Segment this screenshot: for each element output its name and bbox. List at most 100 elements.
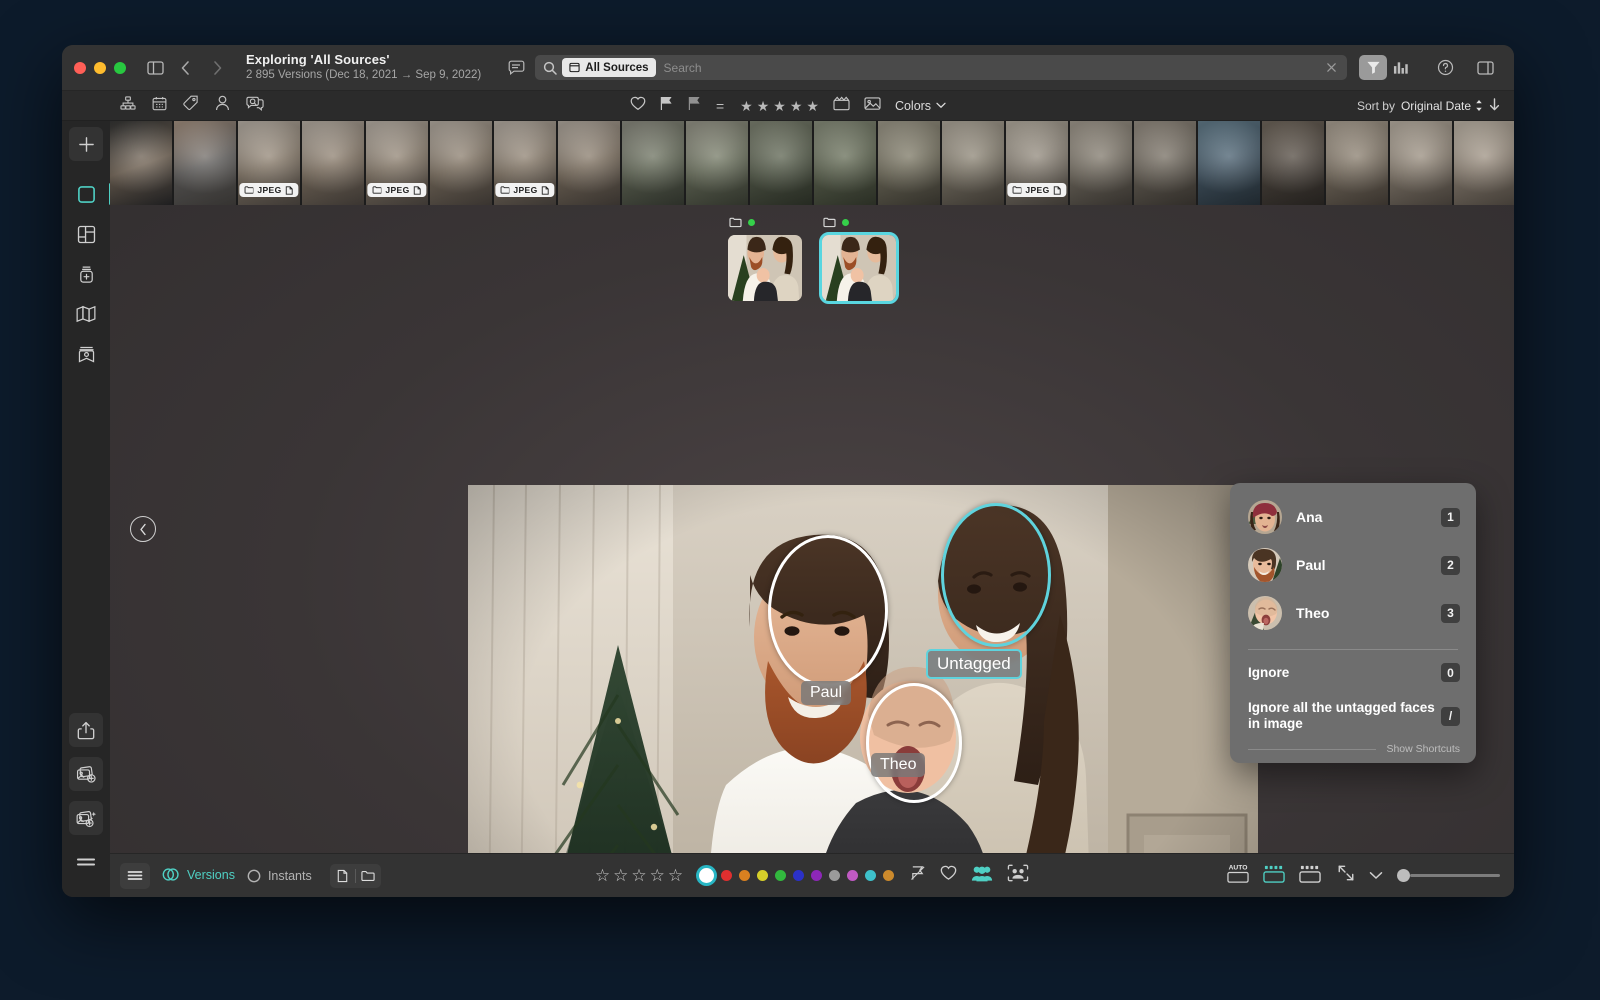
filmstrip-thumbnail[interactable] — [942, 121, 1004, 205]
color-label-purple[interactable] — [811, 870, 823, 881]
search-bar[interactable]: All Sources — [535, 55, 1347, 80]
fit-screen-icon[interactable] — [1337, 864, 1355, 887]
filmstrip-thumbnail[interactable] — [1390, 121, 1452, 205]
photo-icon[interactable] — [864, 96, 881, 116]
face-ellipse-theo[interactable] — [866, 683, 962, 803]
right-panel-icon[interactable] — [1472, 55, 1498, 81]
rating-stars[interactable]: ★ ★ ★ ★ ★ — [740, 99, 819, 113]
hierarchy-icon[interactable] — [120, 95, 136, 116]
sidebar-toggle-icon[interactable] — [142, 55, 168, 81]
color-label-yellow[interactable] — [757, 870, 769, 881]
add-photos-magic-icon[interactable] — [69, 801, 103, 835]
bottom-star-1[interactable]: ☆ — [595, 867, 610, 884]
color-label-blue[interactable] — [793, 870, 805, 881]
filmstrip-thumbnail[interactable] — [686, 121, 748, 205]
person-option-paul[interactable]: Paul 2 — [1230, 541, 1476, 589]
color-label-orange[interactable] — [739, 870, 751, 881]
filmstrip-thumbnail[interactable]: JPEG — [366, 121, 428, 205]
filmstrip-thumbnail[interactable] — [622, 121, 684, 205]
forward-icon[interactable] — [204, 55, 230, 81]
single-frame-icon[interactable] — [1297, 862, 1323, 889]
video-icon[interactable] — [833, 95, 850, 116]
menu-icon[interactable] — [69, 845, 103, 879]
rating-operator[interactable]: = — [716, 98, 724, 114]
filmstrip-thumbnail[interactable] — [110, 121, 172, 205]
search-input[interactable] — [655, 60, 1322, 75]
color-label-gray[interactable] — [829, 870, 841, 881]
minimize-button[interactable] — [94, 61, 106, 74]
face-label-untagged[interactable]: Untagged — [926, 649, 1022, 679]
sidebar-item-grid-view[interactable] — [69, 217, 103, 251]
zoom-slider[interactable] — [1397, 869, 1500, 882]
share-icon[interactable] — [69, 713, 103, 747]
star-3[interactable]: ★ — [773, 99, 786, 113]
filmstrip-thumbnail[interactable] — [558, 121, 620, 205]
comment-search-icon[interactable] — [246, 96, 264, 116]
filmstrip-thumbnail[interactable] — [1326, 121, 1388, 205]
flag-rejected-icon[interactable] — [688, 96, 702, 116]
ignore-all-option[interactable]: Ignore all the untagged faces in image / — [1230, 691, 1476, 741]
face-ellipse-untagged[interactable] — [941, 503, 1051, 647]
filmstrip-icon[interactable] — [1261, 862, 1287, 889]
tab-versions[interactable]: Versions — [162, 868, 235, 882]
sidebar-item-people-view[interactable] — [69, 337, 103, 371]
filmstrip-thumbnail[interactable]: JPEG — [1006, 121, 1068, 205]
zoom-slider-knob[interactable] — [1397, 869, 1410, 882]
bottom-rating-stars[interactable]: ☆ ☆ ☆ ☆ ☆ — [595, 867, 683, 884]
flag-icon[interactable] — [660, 96, 674, 116]
calendar-icon[interactable] — [152, 96, 167, 116]
star-2[interactable]: ★ — [757, 99, 770, 113]
show-shortcuts-link[interactable]: Show Shortcuts — [1386, 743, 1460, 755]
filmstrip-thumbnail[interactable] — [1198, 121, 1260, 205]
person-option-ana[interactable]: Ana 1 — [1230, 493, 1476, 541]
help-icon[interactable] — [1432, 55, 1458, 81]
version-thumbnail[interactable] — [725, 232, 805, 304]
ignore-option[interactable]: Ignore 0 — [1230, 654, 1476, 691]
comment-icon[interactable] — [503, 55, 529, 81]
main-photo[interactable]: Paul Untagged Theo — [468, 485, 1258, 853]
histogram-icon[interactable] — [1393, 60, 1410, 76]
filmstrip-thumbnail[interactable] — [174, 121, 236, 205]
close-button[interactable] — [74, 61, 86, 74]
color-label-magenta[interactable] — [847, 870, 859, 881]
source-chip[interactable]: All Sources — [562, 58, 656, 77]
color-label-picker[interactable] — [699, 868, 895, 883]
filmstrip-thumbnail[interactable] — [878, 121, 940, 205]
document-icon[interactable] — [330, 864, 355, 888]
zoom-chevron-down-icon[interactable] — [1369, 871, 1383, 880]
person-icon[interactable] — [215, 95, 230, 116]
bottom-star-5[interactable]: ☆ — [668, 867, 683, 884]
filmstrip[interactable]: JPEGJPEGJPEGJPEGJPEG — [110, 121, 1514, 205]
filmstrip-thumbnail[interactable] — [1262, 121, 1324, 205]
bottom-menu-icon[interactable] — [120, 862, 150, 889]
face-ellipse-paul[interactable] — [768, 535, 888, 687]
face-label-theo[interactable]: Theo — [871, 753, 926, 777]
sort-control[interactable]: Sort by Original Date — [1357, 97, 1514, 114]
back-icon[interactable] — [172, 55, 198, 81]
filmstrip-thumbnail[interactable] — [1070, 121, 1132, 205]
color-label-red[interactable] — [721, 870, 733, 881]
bottom-star-2[interactable]: ☆ — [613, 867, 628, 884]
color-label-green[interactable] — [775, 870, 787, 881]
person-option-theo[interactable]: Theo 3 — [1230, 589, 1476, 637]
zoom-slider-track[interactable] — [1410, 874, 1500, 877]
clear-search-icon[interactable] — [1322, 62, 1341, 73]
filmstrip-thumbnail[interactable]: JPEG — [238, 121, 300, 205]
sort-direction-icon[interactable] — [1489, 97, 1500, 114]
filmstrip-thumbnail[interactable] — [814, 121, 876, 205]
tag-icon[interactable] — [183, 95, 199, 116]
filter-icon[interactable] — [1359, 55, 1387, 80]
bottom-star-3[interactable]: ☆ — [631, 867, 646, 884]
maximize-button[interactable] — [114, 61, 126, 74]
previous-image-button[interactable] — [130, 516, 156, 542]
add-photos-icon[interactable] — [69, 757, 103, 791]
sidebar-item-map-view[interactable] — [69, 297, 103, 331]
sidebar-item-presets[interactable] — [69, 257, 103, 291]
auto-filmstrip-icon[interactable]: AUTO — [1225, 862, 1251, 889]
faces-icon[interactable] — [971, 865, 993, 887]
filmstrip-thumbnail[interactable] — [1454, 121, 1514, 205]
heart-icon[interactable] — [630, 96, 646, 116]
star-1[interactable]: ★ — [740, 99, 753, 113]
color-label-cyan[interactable] — [865, 870, 877, 881]
filmstrip-thumbnail[interactable]: JPEG — [494, 121, 556, 205]
